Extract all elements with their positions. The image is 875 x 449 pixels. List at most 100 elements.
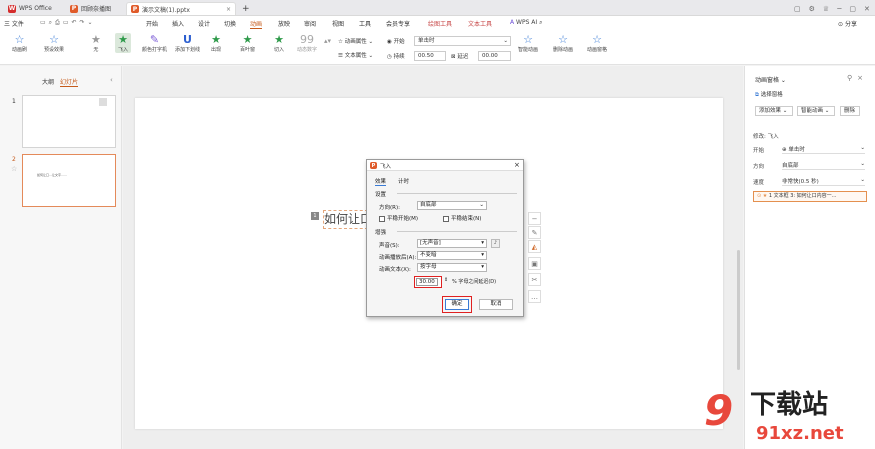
delete-button[interactable]: 删除 <box>840 106 860 116</box>
anim-text-label: 动画文本(X): <box>379 267 411 273</box>
direction-label: 方向 <box>753 164 765 170</box>
direction-select[interactable]: 自底部 ⌄ <box>782 161 865 170</box>
divider <box>397 231 517 232</box>
quick-toolbar-icons[interactable]: ▭⌕⎙▭↶↷⌄ <box>40 19 96 27</box>
checkbox[interactable] <box>443 215 449 222</box>
anim-typewriter-button[interactable]: ✎ 颜色打字机 <box>142 33 167 53</box>
anim-dynamic-number-button[interactable]: 99 动态数字 <box>297 33 317 53</box>
vertical-scrollbar[interactable] <box>737 250 740 370</box>
anim-appear-button[interactable]: ★ 出现 <box>211 33 221 53</box>
close-icon[interactable]: × <box>857 74 868 82</box>
smart-anim-button[interactable]: ☆ 智能动画 <box>518 33 538 53</box>
anim-text-select[interactable]: 按字母 ▾ <box>417 263 487 272</box>
speed-select[interactable]: 非常快(0.5 秒) ⌄ <box>782 177 865 186</box>
start-select[interactable]: ⊕ 单击时 ⌄ <box>782 145 865 154</box>
mouse-icon: ⊙ ★ <box>757 193 768 199</box>
dialog-title: 飞入 <box>380 164 392 170</box>
smooth-end-checkbox[interactable]: 平稳结束(N) <box>443 214 481 222</box>
anim-flyin-button[interactable]: ★ 飞入 <box>115 33 132 53</box>
wps-ai-button[interactable]: A WPS AI ⌕ <box>510 19 542 27</box>
share-button[interactable]: ⊙ 分享 <box>838 19 857 28</box>
select-pane-link[interactable]: ⧉ 选择窗格 <box>755 90 783 99</box>
slide-thumb-2[interactable]: 如何让口…让文字…… <box>22 154 116 207</box>
menu-start[interactable]: 开始 <box>146 19 158 28</box>
text-attr-dropdown[interactable]: ☰ 文本属性 ⌄ <box>338 51 373 59</box>
after-anim-select[interactable]: 不变暗 ▾ <box>417 251 487 260</box>
smart-anim-dropdown[interactable]: 智能动画 ⌄ <box>797 106 835 116</box>
close-tab-icon[interactable]: × <box>226 6 231 13</box>
close-icon[interactable]: × <box>514 161 520 169</box>
tool-frame-icon[interactable]: ▣ <box>528 257 541 270</box>
tool-pen-icon[interactable]: ✎ <box>528 226 541 239</box>
tab-outline[interactable]: 大纲 <box>42 77 54 86</box>
chevron-down-icon: ⌄ <box>860 145 865 151</box>
preset-icon: ☆ <box>49 33 59 46</box>
duration-input[interactable]: 00.50 <box>414 51 446 61</box>
tab-doc1[interactable]: P 回顾奈播图 <box>66 2 115 15</box>
tab-effect[interactable]: 效果 <box>375 177 387 186</box>
menu-slideshow[interactable]: 放映 <box>278 19 290 28</box>
maximize-icon[interactable]: ▢ <box>849 5 856 13</box>
close-icon[interactable]: ✕ <box>864 5 870 13</box>
tab-slides[interactable]: 幻灯片 <box>60 77 79 87</box>
window-icon[interactable]: ▢ <box>794 5 801 13</box>
tool-scissors-icon[interactable]: ✂ <box>528 273 541 286</box>
preset-effects-button[interactable]: ☆ 预设效果 <box>44 33 64 53</box>
anim-order-badge: 1 <box>311 212 319 220</box>
tool-minus-icon[interactable]: − <box>528 212 541 225</box>
checkbox[interactable] <box>379 215 385 222</box>
letter-delay-input[interactable]: 30.00 <box>416 278 438 286</box>
smooth-start-checkbox[interactable]: 平稳开始(M) <box>379 214 418 222</box>
anim-underline-button[interactable]: U 添加下划线 <box>175 33 200 53</box>
file-menu[interactable]: 三 文件 <box>4 19 24 28</box>
slides-panel: 大纲 幻灯片 ‹ 1 2 ☆ 如何让口…让文字…… <box>0 66 122 449</box>
sound-select[interactable]: [无声音] ▾ <box>417 239 487 248</box>
anim-painter-button[interactable]: ☆ 动画刷 <box>12 33 27 53</box>
menu-view[interactable]: 视图 <box>332 19 344 28</box>
tool-more-icon[interactable]: … <box>528 290 541 303</box>
add-effect-button[interactable]: 添加效果 ⌄ <box>755 106 793 116</box>
gallery-scroll-icon[interactable]: ▴▾ <box>324 37 331 45</box>
anim-blinds-button[interactable]: ★ 百叶窗 <box>240 33 255 53</box>
settings-icon[interactable]: ⚙ <box>809 5 815 13</box>
start-select[interactable]: 单击时 ⌄ <box>414 36 511 46</box>
menu-text-tools[interactable]: 文本工具 <box>468 19 492 28</box>
slide-thumb-1[interactable] <box>22 95 116 148</box>
watermark-title: 下载站 <box>750 390 829 420</box>
anim-none-button[interactable]: ★ 无 <box>91 33 101 53</box>
anim-pane-button[interactable]: ☆ 动画窗格 <box>587 33 607 53</box>
start-label: ◉ 开始 <box>387 39 405 45</box>
collapse-icon[interactable]: ‹ <box>110 76 113 84</box>
sound-preview-button[interactable]: ♪ <box>491 239 500 248</box>
cancel-button[interactable]: 取消 <box>479 299 513 310</box>
chevron-down-icon: ⌄ <box>479 202 484 208</box>
delete-anim-button[interactable]: ☆ 删除动画 <box>553 33 573 53</box>
anim-cutin-button[interactable]: ★ 切入 <box>274 33 284 53</box>
anim-list-item[interactable]: ⊙ ★ 1 文本框 3: 如何让口内容一... <box>753 191 867 202</box>
pin-icon[interactable]: ⚲ <box>847 74 857 82</box>
speaker-icon: ♪ <box>493 240 498 246</box>
menu-tools[interactable]: 工具 <box>359 19 371 28</box>
star-icon: ★ <box>118 33 128 46</box>
spin-arrows-icon[interactable]: ⇕ <box>444 277 448 283</box>
menu-design[interactable]: 设计 <box>198 19 210 28</box>
anim-attr-dropdown[interactable]: ☆ 动画属性 ⌄ <box>338 37 373 45</box>
tab-doc2[interactable]: P 演示文稿(1).pptx × <box>126 2 236 15</box>
menu-review[interactable]: 审阅 <box>304 19 316 28</box>
tab-timing[interactable]: 计时 <box>398 177 409 185</box>
add-tab-button[interactable]: + <box>238 2 254 15</box>
user-icon[interactable]: ♕ <box>823 5 829 13</box>
menu-insert[interactable]: 插入 <box>172 19 184 28</box>
menu-animation[interactable]: 动画 <box>250 19 263 29</box>
tool-fill-icon[interactable]: ◭ <box>528 240 541 253</box>
slide-textbox[interactable]: 如何让口 <box>323 210 368 229</box>
menu-drawing-tools[interactable]: 绘图工具 <box>428 19 452 28</box>
pane-controls[interactable]: ⚲× <box>847 74 868 82</box>
ok-button[interactable]: 确定 <box>445 299 469 310</box>
menu-transition[interactable]: 切换 <box>224 19 236 28</box>
direction-select[interactable]: 自底部 ⌄ <box>417 201 487 210</box>
delay-input[interactable]: 00.00 <box>478 51 511 61</box>
minimize-icon[interactable]: ─ <box>837 5 841 13</box>
menu-member[interactable]: 会员专享 <box>386 19 410 28</box>
tab-wps-office[interactable]: W WPS Office <box>4 2 56 15</box>
